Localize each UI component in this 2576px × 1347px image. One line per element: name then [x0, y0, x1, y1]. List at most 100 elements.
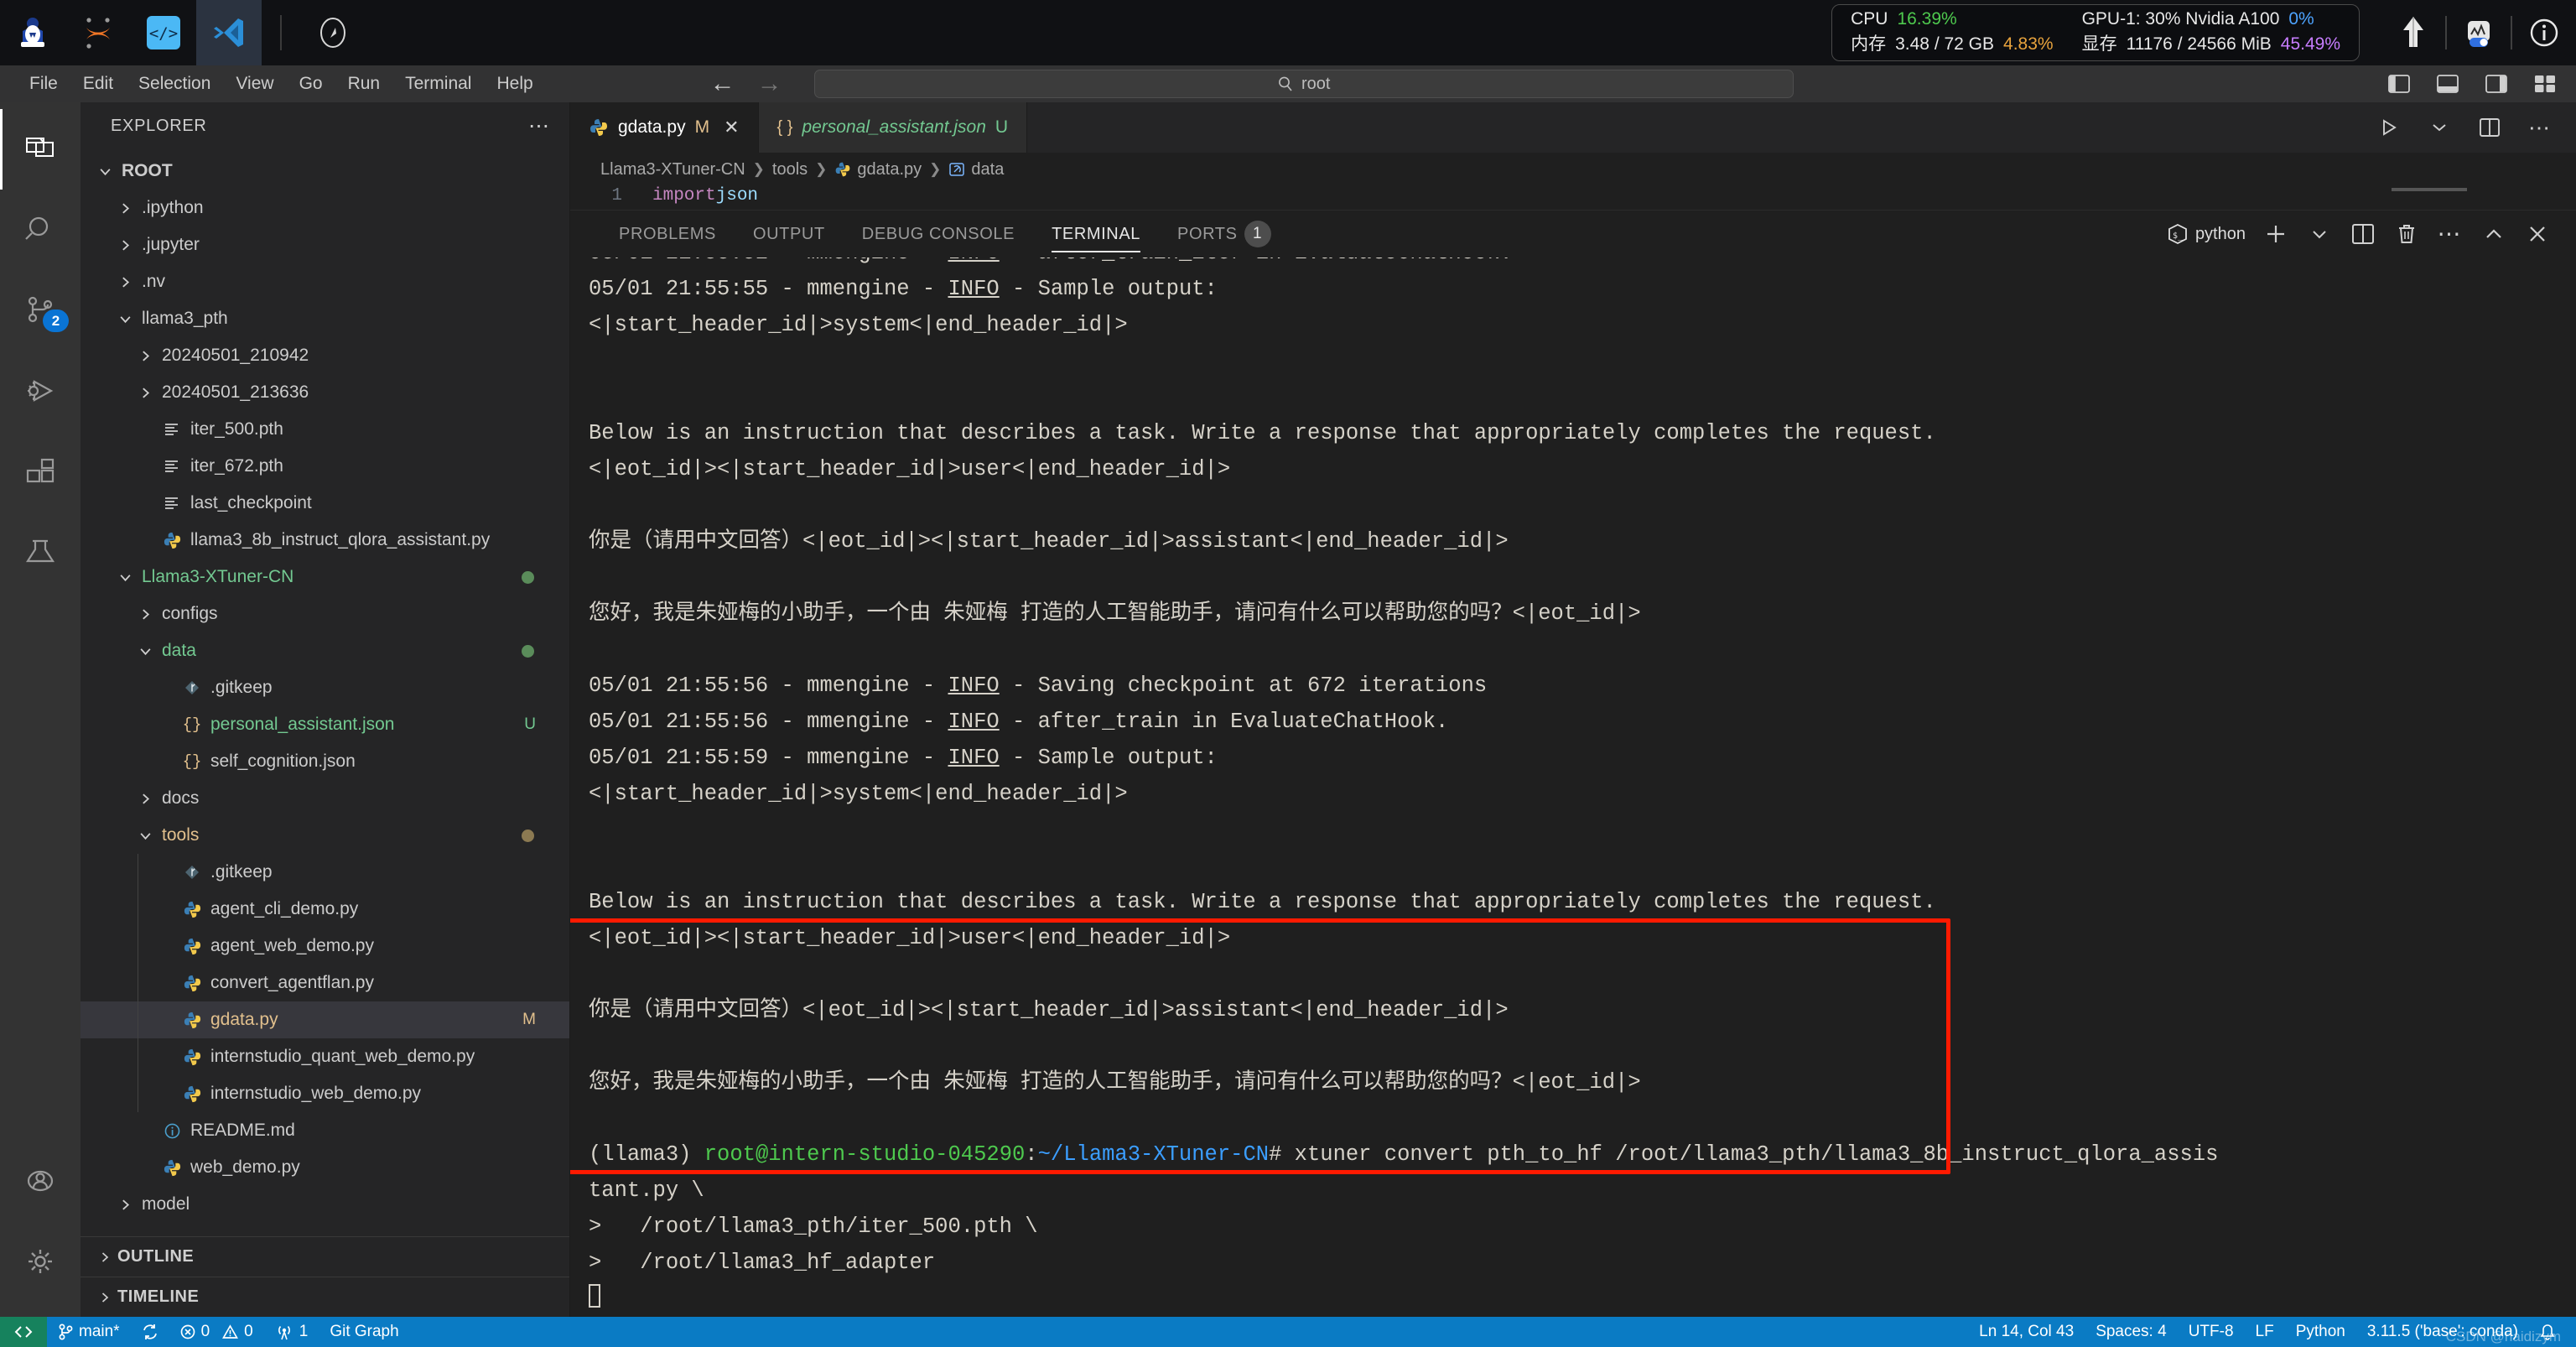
split-terminal-icon[interactable]: [2345, 215, 2381, 253]
chevron-up-icon[interactable]: [2475, 215, 2512, 253]
file-tree[interactable]: ROOT .ipython .jupyter .nv llama3_pth 2024050…: [80, 149, 569, 1236]
info-icon[interactable]: [2512, 0, 2576, 65]
menu-selection[interactable]: Selection: [126, 70, 223, 97]
monitor-toggle-icon[interactable]: [2447, 0, 2511, 65]
tree-item-llama3-pth[interactable]: llama3_pth: [80, 300, 569, 337]
new-terminal-icon[interactable]: [2257, 215, 2294, 253]
split-editor-right-icon[interactable]: [2472, 110, 2507, 145]
menu-run[interactable]: Run: [335, 70, 393, 97]
vscode-logo-icon[interactable]: [196, 0, 262, 65]
tree-item-llama3-8b-instruct-qlora-assistant-py[interactable]: llama3_8b_instruct_qlora_assistant.py: [80, 522, 569, 559]
menu-terminal[interactable]: Terminal: [392, 70, 484, 97]
upload-icon[interactable]: [2381, 0, 2445, 65]
breadcrumb-item-symbol[interactable]: data: [948, 160, 1004, 179]
activity-item-extensions[interactable]: [0, 431, 80, 512]
tree-item-internstudio-web-demo-py[interactable]: internstudio_web_demo.py: [80, 1075, 569, 1112]
chevron-right-icon[interactable]: [132, 350, 158, 362]
status-git-graph[interactable]: Git Graph: [319, 1317, 409, 1347]
compass-icon[interactable]: [300, 0, 366, 65]
activity-item-testing[interactable]: [0, 512, 80, 592]
chevron-right-icon[interactable]: [112, 202, 138, 215]
chevron-right-icon[interactable]: [112, 276, 138, 289]
tree-item-convert-agentflan-py[interactable]: convert_agentflan.py: [80, 965, 569, 1001]
tree-item-20240501-213636[interactable]: 20240501_213636: [80, 374, 569, 411]
tree-item-configs[interactable]: configs: [80, 595, 569, 632]
chevron-down-icon[interactable]: [132, 830, 158, 842]
tree-item--gitkeep[interactable]: .gitkeep: [80, 854, 569, 891]
minimap-slider[interactable]: [2392, 188, 2467, 191]
jupyter-logo-icon[interactable]: [65, 0, 131, 65]
tree-item--ipython[interactable]: .ipython: [80, 190, 569, 226]
terminal-output[interactable]: 05/01 21:55:52 - mmengine - INFO - after…: [570, 257, 2576, 1317]
breadcrumb-item-project[interactable]: Llama3-XTuner-CN: [600, 160, 745, 179]
toggle-primary-sidebar-icon[interactable]: [2381, 70, 2417, 98]
tab-gdata-py[interactable]: gdata.py M ✕: [570, 102, 759, 153]
run-icon[interactable]: [2371, 110, 2407, 145]
sidebar-section-timeline[interactable]: TIMELINE: [80, 1277, 569, 1317]
status-eol[interactable]: LF: [2245, 1317, 2285, 1347]
tree-item-agent-web-demo-py[interactable]: agent_web_demo.py: [80, 928, 569, 965]
arrow-left-icon[interactable]: ←: [710, 71, 735, 96]
tree-item-self-cognition-json[interactable]: {} self_cognition.json: [80, 743, 569, 780]
chevron-right-icon[interactable]: [112, 239, 138, 252]
terminal-shell-selector[interactable]: $_ python: [2162, 215, 2251, 253]
chevron-down-icon[interactable]: [92, 165, 117, 178]
arrow-right-icon[interactable]: →: [757, 71, 782, 96]
tree-item--nv[interactable]: .nv: [80, 263, 569, 300]
tree-item-agent-cli-demo-py[interactable]: agent_cli_demo.py: [80, 891, 569, 928]
intern-logo-icon[interactable]: [0, 0, 65, 65]
activity-item-accounts[interactable]: [0, 1141, 80, 1221]
ellipsis-icon[interactable]: ⋯: [528, 115, 551, 136]
toggle-secondary-sidebar-icon[interactable]: [2479, 70, 2514, 98]
activity-item-run-and-debug[interactable]: [0, 351, 80, 431]
tree-item-root[interactable]: ROOT: [80, 153, 569, 190]
activity-item-search[interactable]: [0, 190, 80, 270]
tree-item-last-checkpoint[interactable]: last_checkpoint: [80, 485, 569, 522]
activity-item-explorer[interactable]: [0, 109, 80, 190]
tree-item-internstudio-quant-web-demo-py[interactable]: internstudio_quant_web_demo.py: [80, 1038, 569, 1075]
tree-item-iter-672-pth[interactable]: iter_672.pth: [80, 448, 569, 485]
status-python-interpreter[interactable]: 3.11.5 ('base': conda): [2356, 1317, 2529, 1347]
customize-layout-icon[interactable]: [2527, 70, 2563, 98]
status-indentation[interactable]: Spaces: 4: [2085, 1317, 2178, 1347]
breadcrumb-item-folder[interactable]: tools: [772, 160, 808, 179]
tree-item-iter-500-pth[interactable]: iter_500.pth: [80, 411, 569, 448]
close-panel-icon[interactable]: [2519, 215, 2556, 253]
chevron-right-icon[interactable]: [132, 793, 158, 805]
status-errors-warnings[interactable]: 0 0: [169, 1317, 264, 1347]
menu-help[interactable]: Help: [484, 70, 545, 97]
more-icon[interactable]: ⋯: [2432, 215, 2469, 253]
tree-item--gitkeep[interactable]: .gitkeep: [80, 669, 569, 706]
tree-item-data[interactable]: data: [80, 632, 569, 669]
tree-item-tools[interactable]: tools: [80, 817, 569, 854]
tab-terminal[interactable]: TERMINAL: [1033, 211, 1159, 257]
status-language-mode[interactable]: Python: [2285, 1317, 2356, 1347]
close-icon[interactable]: ✕: [724, 117, 739, 138]
menu-view[interactable]: View: [223, 70, 286, 97]
terminal-dropdown-icon[interactable]: [2301, 215, 2338, 253]
kill-terminal-icon[interactable]: [2388, 215, 2425, 253]
chevron-right-icon[interactable]: [112, 1199, 138, 1211]
menu-go[interactable]: Go: [287, 70, 335, 97]
tree-item--jupyter[interactable]: .jupyter: [80, 226, 569, 263]
tab-personal-assistant-json[interactable]: { } personal_assistant.json U: [758, 102, 1028, 153]
quick-search-input[interactable]: root: [813, 70, 1794, 98]
tree-item-gdata-py[interactable]: gdata.py M: [80, 1001, 569, 1038]
status-sync[interactable]: [131, 1317, 169, 1347]
chevron-right-icon[interactable]: [132, 608, 158, 621]
activity-item-source-control[interactable]: 2: [0, 270, 80, 351]
tree-item-docs[interactable]: docs: [80, 780, 569, 817]
chevron-down-icon[interactable]: [112, 571, 138, 584]
status-branch[interactable]: main*: [47, 1317, 131, 1347]
status-ports[interactable]: 1: [264, 1317, 319, 1347]
remote-window-icon[interactable]: [0, 1317, 47, 1347]
chevron-down-icon[interactable]: [132, 645, 158, 658]
tree-item-llama3-xtuner-cn[interactable]: Llama3-XTuner-CN: [80, 559, 569, 595]
toggle-panel-icon[interactable]: [2430, 70, 2465, 98]
menu-edit[interactable]: Edit: [70, 70, 126, 97]
activity-item-manage[interactable]: [0, 1221, 80, 1302]
tab-ports[interactable]: PORTS 1: [1159, 211, 1290, 257]
tree-item-model[interactable]: model: [80, 1186, 569, 1223]
tree-item-web-demo-py[interactable]: web_demo.py: [80, 1149, 569, 1186]
menu-file[interactable]: File: [17, 70, 70, 97]
